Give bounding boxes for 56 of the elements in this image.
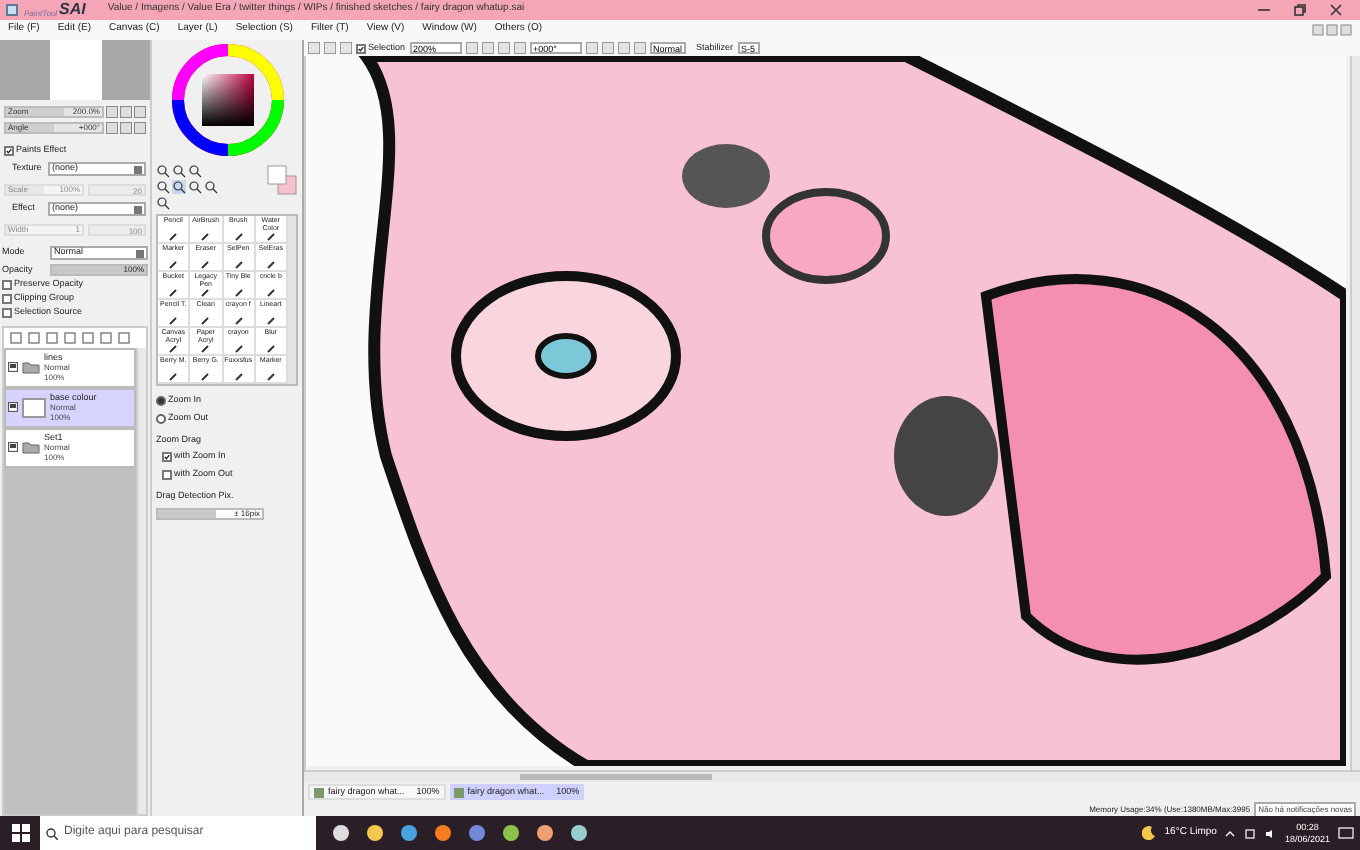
scrollbar-thumb[interactable]: [520, 774, 712, 780]
brush-icon: [265, 260, 276, 270]
brush-icon: [168, 344, 179, 354]
brush-icon: [265, 316, 276, 326]
brush-icon: [265, 344, 276, 354]
vertical-scrollbar[interactable]: [1350, 56, 1360, 770]
brush-icon: [200, 344, 211, 354]
brush-icon: [168, 372, 179, 382]
brush-icon: [200, 316, 211, 326]
brush-icon: [200, 232, 211, 242]
checkbox[interactable]: [162, 469, 172, 480]
color-swatches-icon[interactable]: [266, 164, 298, 196]
search-icon: [46, 827, 58, 839]
visibility-icon[interactable]: [8, 362, 18, 373]
brush-icon: [168, 232, 179, 242]
brush-icon: [168, 316, 179, 326]
zoom-icon[interactable]: [172, 180, 186, 194]
brush-icon: [265, 372, 276, 382]
restore-icon[interactable]: [1294, 4, 1306, 16]
checkbox[interactable]: [2, 280, 12, 291]
radio-button[interactable]: [156, 395, 166, 406]
layer-thumbnail: [22, 397, 46, 418]
brush-icon: [200, 372, 211, 382]
close-icon[interactable]: [1330, 4, 1342, 16]
scrollbar[interactable]: [136, 347, 146, 814]
brush-icon: [200, 260, 211, 270]
minimize-icon[interactable]: [1258, 4, 1270, 16]
moon-icon: [1142, 826, 1157, 840]
brush-icon: [168, 288, 179, 298]
app-logo: SAI: [59, 2, 86, 18]
brush-icon: [265, 288, 276, 298]
visibility-icon[interactable]: [8, 402, 18, 413]
checkbox[interactable]: [2, 294, 12, 305]
brush-icon: [233, 344, 244, 354]
volume-icon[interactable]: [1264, 827, 1277, 839]
selection-checkbox[interactable]: [356, 43, 366, 53]
radio-button[interactable]: [156, 413, 166, 424]
app-icon: [6, 4, 18, 16]
color-wheel-drawing[interactable]: [171, 44, 283, 156]
brush-icon: [233, 288, 244, 298]
checkbox[interactable]: [162, 452, 172, 463]
scrollbar[interactable]: [288, 216, 296, 384]
document-icon: [314, 787, 324, 797]
paint-effect-checkbox[interactable]: [4, 145, 14, 156]
visibility-icon[interactable]: [8, 442, 18, 453]
brush-icon: [233, 316, 244, 326]
brush-icon: [233, 232, 244, 242]
brush-icon: [233, 260, 244, 270]
document-icon: [453, 787, 464, 797]
brush-icon: [168, 260, 179, 270]
horizontal-scrollbar[interactable]: [304, 770, 1360, 782]
chevron-up-icon[interactable]: [1224, 827, 1237, 839]
checkbox[interactable]: [2, 308, 12, 319]
brush-icon: [200, 288, 211, 298]
brush-icon: [233, 372, 244, 382]
brush-icon: [265, 232, 276, 242]
